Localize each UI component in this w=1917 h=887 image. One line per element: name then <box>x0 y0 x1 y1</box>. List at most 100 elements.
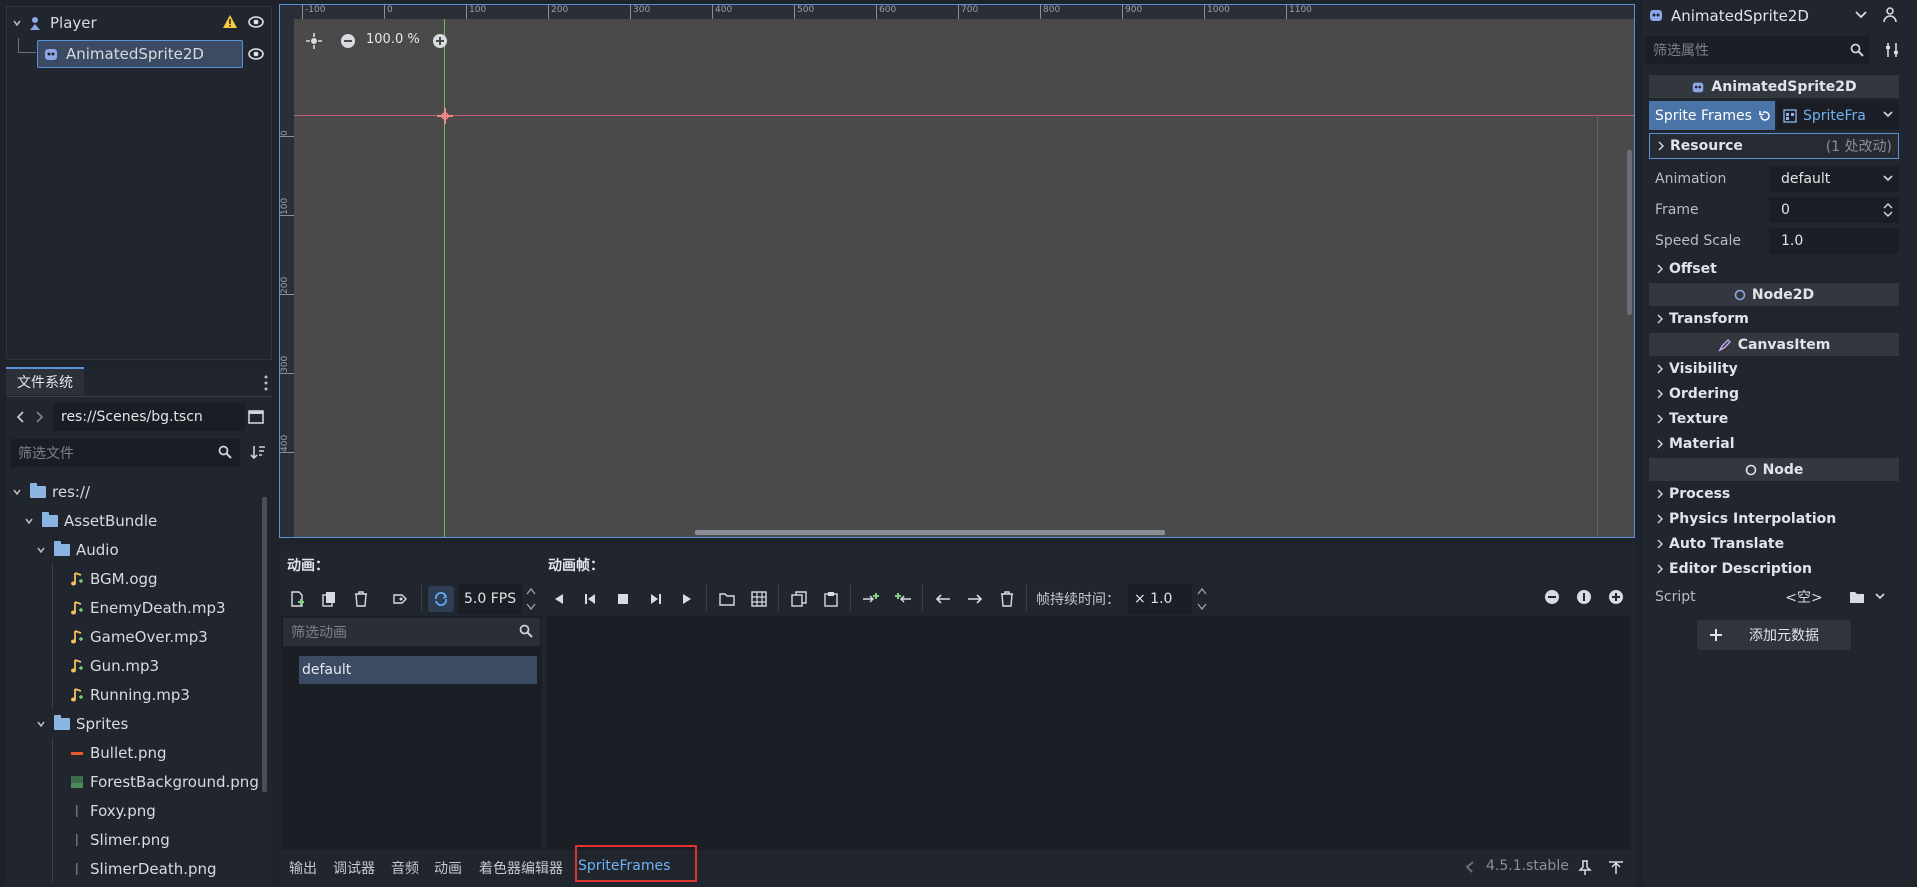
play-icon[interactable] <box>676 588 698 610</box>
tree-item-animated-sprite[interactable]: AnimatedSprite2D <box>37 40 243 68</box>
fs-folder-audio[interactable]: Audio <box>36 535 119 564</box>
fs-file-forestbackground[interactable]: ForestBackground.png <box>48 767 259 796</box>
play-from-start-icon[interactable] <box>644 588 666 610</box>
load-sheet-icon[interactable] <box>748 588 770 610</box>
tab-debugger[interactable]: 调试器 <box>333 858 375 878</box>
path-field[interactable]: res://Scenes/bg.tscn <box>53 403 245 431</box>
move-frame-left-icon[interactable] <box>932 588 954 610</box>
script-value[interactable]: <空> <box>1769 587 1839 607</box>
zoom-in-icon[interactable] <box>432 33 448 49</box>
collapse-arrow-icon[interactable] <box>36 719 50 729</box>
loop-toggle-icon[interactable] <box>428 586 454 612</box>
property-filter-input[interactable]: 筛选属性 <box>1645 36 1870 64</box>
chevron-down-icon[interactable] <box>1883 111 1893 119</box>
frame-duration-spinbox[interactable]: × 1.0 <box>1128 584 1192 614</box>
delete-animation-icon[interactable] <box>350 588 372 610</box>
ordering-section[interactable]: Ordering <box>1649 382 1899 406</box>
frame-property[interactable]: Frame 0 <box>1649 196 1899 224</box>
file-filter-input[interactable]: 筛选文件 <box>10 439 240 467</box>
animation-filter-input[interactable]: 筛选动画 <box>283 618 540 646</box>
animation-item-default[interactable]: default <box>299 656 537 684</box>
zoom-reset-icon[interactable] <box>1576 589 1592 605</box>
split-view-icon[interactable] <box>248 409 264 425</box>
tab-audio[interactable]: 音频 <box>391 858 419 878</box>
tab-animation[interactable]: 动画 <box>434 858 462 878</box>
fs-file-gameover[interactable]: GameOver.mp3 <box>48 622 208 651</box>
zoom-out-icon[interactable] <box>340 33 356 49</box>
zoom-in-icon[interactable] <box>1608 589 1624 605</box>
move-frame-right-icon[interactable] <box>964 588 986 610</box>
fs-file-foxy[interactable]: Foxy.png <box>48 796 156 825</box>
physics-interpolation-section[interactable]: Physics Interpolation <box>1649 507 1899 531</box>
animation-property[interactable]: Animation default <box>1649 165 1899 193</box>
paste-frame-icon[interactable] <box>820 588 842 610</box>
collapse-arrow-icon[interactable] <box>12 18 26 28</box>
more-options-icon[interactable] <box>264 375 268 391</box>
vertical-scrollbar[interactable] <box>1627 150 1632 315</box>
add-metadata-button[interactable]: 添加元数据 <box>1697 620 1851 650</box>
zoom-level[interactable]: 100.0 % <box>366 32 420 47</box>
tab-output[interactable]: 输出 <box>289 858 317 878</box>
material-section[interactable]: Material <box>1649 432 1899 456</box>
copy-frame-icon[interactable] <box>788 588 810 610</box>
scrollbar[interactable] <box>262 497 267 792</box>
offset-section[interactable]: Offset <box>1649 257 1899 281</box>
resource-section[interactable]: Resource (1 处改动) <box>1649 133 1899 159</box>
node-info-icon[interactable] <box>1882 6 1898 24</box>
duplicate-animation-icon[interactable] <box>318 588 340 610</box>
collapse-arrow-icon[interactable] <box>36 545 50 555</box>
frames-area[interactable] <box>546 616 1631 850</box>
back-arrow-icon[interactable] <box>16 411 26 423</box>
fs-file-bgm[interactable]: BGM.ogg <box>48 564 158 593</box>
editor-description-section[interactable]: Editor Description <box>1649 557 1899 581</box>
fs-file-bullet[interactable]: Bullet.png <box>48 738 167 767</box>
fs-folder-sprites[interactable]: Sprites <box>36 709 128 738</box>
horizontal-scrollbar[interactable] <box>695 530 1165 535</box>
speed-scale-field[interactable]: 1.0 <box>1769 228 1899 254</box>
collapse-arrow-icon[interactable] <box>12 487 26 497</box>
tab-filesystem[interactable]: 文件系统 <box>6 367 84 395</box>
sprite-frames-property-label[interactable]: Sprite Frames <box>1649 101 1775 130</box>
chevron-down-icon[interactable] <box>1855 11 1867 19</box>
load-frames-icon[interactable] <box>716 588 738 610</box>
fs-file-slimer[interactable]: Slimer.png <box>48 825 170 854</box>
zoom-out-icon[interactable] <box>1544 589 1560 605</box>
script-property[interactable]: Script <空> <box>1649 583 1899 611</box>
insert-empty-before-icon[interactable] <box>860 588 882 610</box>
stop-icon[interactable] <box>612 588 634 610</box>
warning-icon[interactable] <box>222 14 238 30</box>
delete-frame-icon[interactable] <box>996 588 1018 610</box>
fs-folder-assetbundle[interactable]: AssetBundle <box>24 506 157 535</box>
spin-arrows-icon[interactable] <box>526 585 536 613</box>
load-script-icon[interactable] <box>1849 590 1865 604</box>
transform-section[interactable]: Transform <box>1649 307 1899 331</box>
new-animation-icon[interactable] <box>286 588 308 610</box>
visibility-section[interactable]: Visibility <box>1649 357 1899 381</box>
insert-empty-after-icon[interactable] <box>892 588 914 610</box>
spin-arrows-icon[interactable] <box>1197 585 1207 613</box>
texture-section[interactable]: Texture <box>1649 407 1899 431</box>
fps-spinbox[interactable]: 5.0 FPS <box>458 584 522 614</box>
tab-shader-editor[interactable]: 着色器编辑器 <box>479 858 563 878</box>
speed-scale-property[interactable]: Speed Scale 1.0 <box>1649 227 1899 255</box>
canvas-viewport[interactable]: -100 0 100 200 300 400 500 600 700 800 900 1000 1100… <box>279 4 1635 538</box>
sprite-frames-resource-picker[interactable]: SpriteFra <box>1777 101 1899 130</box>
settings-sliders-icon[interactable] <box>1884 42 1900 58</box>
inspector-node-name[interactable]: AnimatedSprite2D <box>1671 7 1809 25</box>
animation-dropdown[interactable]: default <box>1769 166 1899 192</box>
expand-panel-icon[interactable] <box>1608 860 1624 876</box>
pin-icon[interactable] <box>1578 860 1592 876</box>
spin-arrows-icon[interactable] <box>1883 202 1893 218</box>
fs-file-gun[interactable]: Gun.mp3 <box>48 651 159 680</box>
tree-item-player[interactable]: Player <box>12 10 270 36</box>
visibility-eye-icon[interactable] <box>248 47 264 61</box>
frame-spinbox[interactable]: 0 <box>1769 197 1899 223</box>
center-view-icon[interactable] <box>306 33 322 49</box>
autoplay-icon[interactable] <box>389 588 411 610</box>
fs-file-running[interactable]: Running.mp3 <box>48 680 190 709</box>
forward-arrow-icon[interactable] <box>34 411 44 423</box>
play-backwards-icon[interactable] <box>548 588 570 610</box>
tab-sprite-frames[interactable]: SpriteFrames <box>578 858 670 874</box>
visibility-eye-icon[interactable] <box>248 15 264 29</box>
chevron-down-icon[interactable] <box>1875 593 1885 601</box>
